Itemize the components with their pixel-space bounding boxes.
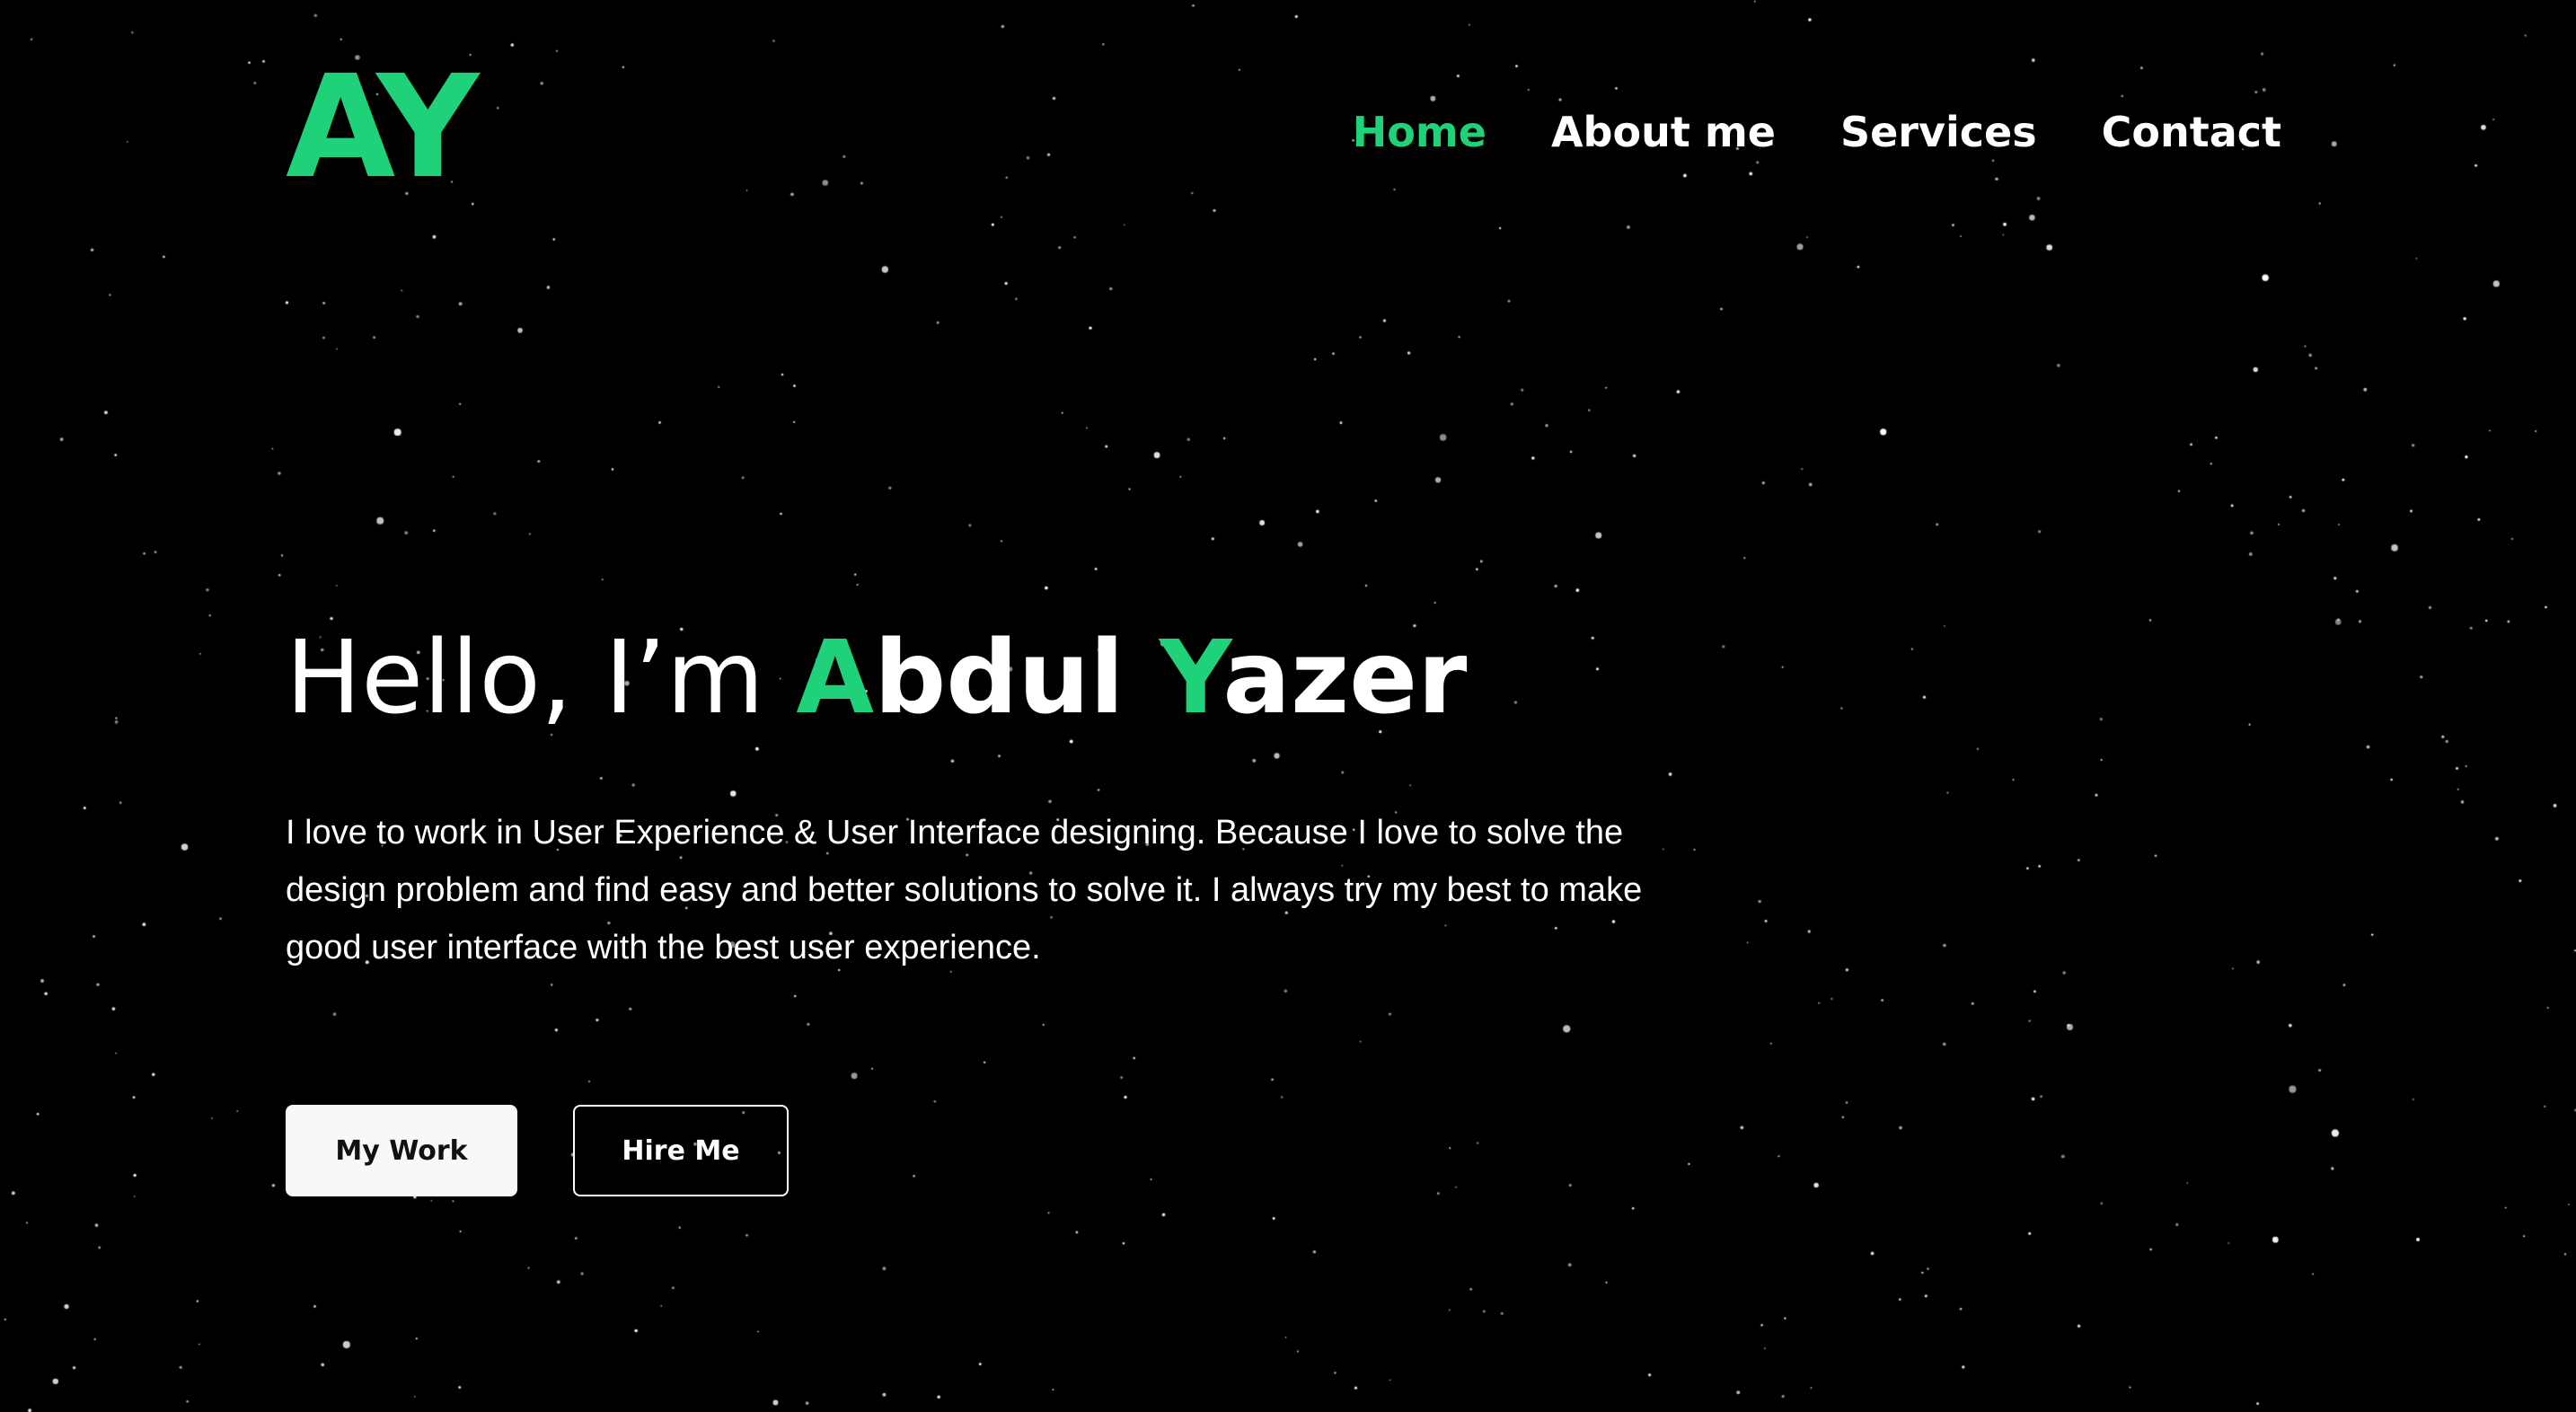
- nav-home[interactable]: Home: [1353, 101, 1486, 163]
- name-last-initial: Y: [1159, 620, 1223, 737]
- hero-description: I love to work in User Experience & User…: [286, 814, 1643, 966]
- nav-about-me[interactable]: About me: [1551, 101, 1776, 163]
- site-logo[interactable]: AY: [286, 56, 480, 199]
- main-nav: Home About me Services Contact: [1353, 101, 2281, 163]
- nav-contact[interactable]: Contact: [2102, 101, 2281, 163]
- name-first-initial: A: [796, 620, 875, 737]
- hero-name: Abdul Yazer: [796, 620, 1467, 737]
- hero-title: Hello, I’m Abdul Yazer: [286, 611, 1467, 746]
- nav-services[interactable]: Services: [1840, 101, 2037, 163]
- hire-me-button[interactable]: Hire Me: [573, 1105, 789, 1196]
- hero-greeting: Hello, I’m: [286, 620, 797, 737]
- name-last-rest: azer: [1222, 620, 1468, 737]
- name-first-rest: bdul: [874, 620, 1160, 737]
- my-work-button[interactable]: My Work: [286, 1105, 517, 1196]
